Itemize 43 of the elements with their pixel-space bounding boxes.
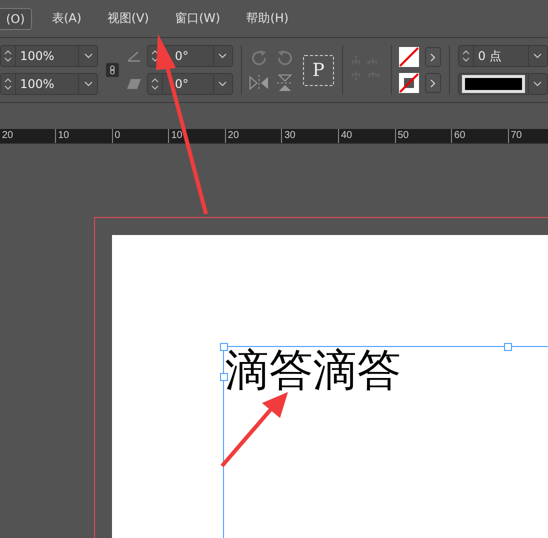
stepper-icon[interactable] (4, 77, 12, 91)
selection-handle[interactable] (504, 343, 512, 351)
caret-icon[interactable] (84, 53, 92, 59)
stepper-icon[interactable] (150, 77, 159, 91)
ruler-label: 60 (451, 129, 508, 143)
stroke-style-dropdown[interactable] (458, 73, 548, 95)
ruler-label: 10 (168, 129, 225, 143)
menu-item[interactable]: 窗口(W) (168, 7, 226, 30)
ruler-label: 20 (224, 129, 282, 143)
menu-item[interactable]: 视图(V) (101, 7, 155, 30)
stepper-icon[interactable] (462, 49, 470, 63)
stroke-swatch-icon[interactable] (399, 73, 420, 93)
caret-icon[interactable] (533, 53, 542, 59)
chevron-right-icon[interactable] (430, 52, 436, 62)
caret-icon[interactable] (84, 81, 92, 87)
stroke-weight-field[interactable]: 0 点 (458, 45, 548, 67)
caret-icon[interactable] (218, 53, 228, 59)
fill-swatch-icon[interactable] (399, 47, 420, 67)
ruler-label: 20 (1, 129, 14, 143)
caret-icon[interactable] (218, 81, 228, 87)
angle-icon (126, 50, 141, 62)
scale-y-field[interactable]: 100% (0, 73, 98, 95)
stepper-icon[interactable] (150, 49, 159, 63)
document-text: 滴答滴答 (225, 345, 401, 396)
flip-horizontal-icon[interactable] (249, 74, 270, 92)
ruler-label: 70 (508, 129, 548, 143)
menu-item[interactable]: (O) (0, 8, 32, 30)
scale-x-field[interactable]: 100% (0, 45, 98, 67)
shear-field[interactable]: 0° (146, 73, 233, 95)
stepper-icon[interactable] (4, 49, 12, 63)
ruler-label: 0 (112, 129, 168, 143)
chevron-button[interactable] (425, 73, 442, 93)
caret-icon[interactable] (533, 81, 542, 87)
ruler-label: 30 (281, 129, 338, 143)
chevron-right-icon[interactable] (430, 78, 436, 88)
chevron-button[interactable] (425, 47, 442, 67)
ruler-label: 40 (338, 129, 395, 143)
menu-item[interactable]: 表(A) (46, 7, 88, 30)
ruler-label: 10 (55, 129, 112, 143)
shear-icon (126, 78, 141, 90)
ruler-label: 50 (394, 129, 452, 143)
frame-type-button[interactable]: P (303, 54, 334, 86)
menu-item[interactable]: 帮助(H) (240, 7, 295, 30)
